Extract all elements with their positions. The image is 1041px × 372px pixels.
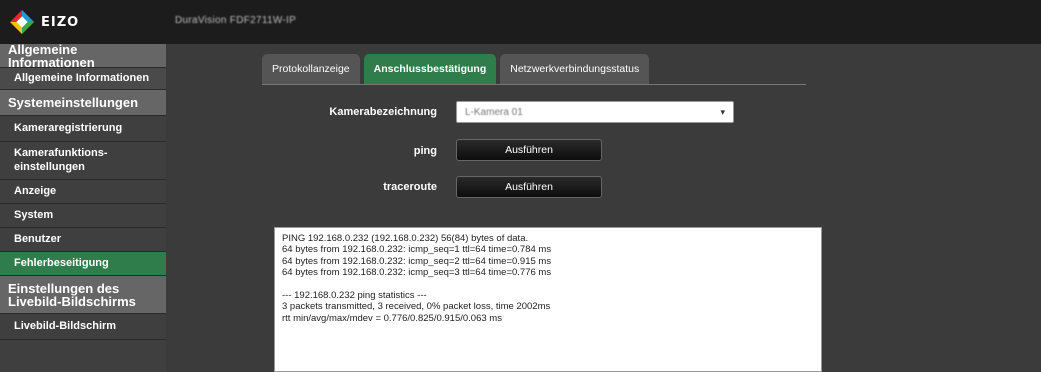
sidebar-item-display[interactable]: Anzeige bbox=[0, 180, 166, 204]
sidebar-item-troubleshooting[interactable]: Fehlerbeseitigung bbox=[0, 252, 166, 276]
sidebar-item-system[interactable]: System bbox=[0, 204, 166, 228]
ping-execute-button[interactable]: Ausführen bbox=[456, 139, 602, 161]
output-line: 64 bytes from 192.168.0.232: icmp_seq=3 … bbox=[282, 267, 552, 279]
command-output[interactable]: PING 192.168.0.232 (192.168.0.232) 56(84… bbox=[274, 227, 822, 372]
sidebar-item-general-info[interactable]: Allgemeine Informationen bbox=[0, 68, 166, 90]
sidebar: Allgemeine Informationen Allgemeine Info… bbox=[0, 43, 166, 372]
traceroute-label: traceroute bbox=[383, 181, 437, 193]
traceroute-execute-button[interactable]: Ausführen bbox=[456, 176, 602, 198]
camera-name-value: L-Kamera 01 bbox=[465, 106, 523, 118]
output-line: 64 bytes from 192.168.0.232: icmp_seq=2 … bbox=[282, 255, 552, 267]
sidebar-section-live-view-settings[interactable]: Einstellungen des Livebild-Bildschirms bbox=[0, 276, 166, 314]
camera-name-select[interactable]: L-Kamera 01 ▾ bbox=[456, 101, 734, 123]
tab-divider bbox=[262, 84, 806, 85]
sidebar-item-live-view-screen[interactable]: Livebild-Bildschirm bbox=[0, 314, 166, 340]
eizo-logo[interactable]: EIZO bbox=[9, 9, 79, 35]
tab-bar: Protokollanzeige Anschlussbestätigung Ne… bbox=[262, 54, 653, 84]
output-line: rtt min/avg/max/mdev = 0.776/0.825/0.915… bbox=[282, 312, 502, 324]
camera-name-label: Kamerabezeichnung bbox=[329, 106, 437, 118]
sidebar-item-users[interactable]: Benutzer bbox=[0, 228, 166, 252]
device-name: DuraVision FDF2711W-IP bbox=[175, 15, 297, 26]
output-line: PING 192.168.0.232 (192.168.0.232) 56(84… bbox=[282, 233, 529, 244]
tab-network-status[interactable]: Netzwerkverbindungsstatus bbox=[500, 54, 650, 84]
logo-text: EIZO bbox=[41, 14, 80, 30]
sidebar-item-camera-function-settings[interactable]: Kamerafunktions- einstellungen bbox=[0, 142, 166, 180]
tab-connection-check[interactable]: Anschlussbestätigung bbox=[363, 54, 497, 84]
output-line: --- 192.168.0.232 ping statistics --- bbox=[282, 290, 427, 302]
main-content: Protokollanzeige Anschlussbestätigung Ne… bbox=[166, 44, 1041, 372]
chevron-down-icon: ▾ bbox=[720, 106, 725, 117]
eizo-logo-icon bbox=[10, 10, 34, 34]
sidebar-section-system-settings[interactable]: Systemeinstellungen bbox=[0, 90, 166, 116]
output-line: 64 bytes from 192.168.0.232: icmp_seq=1 … bbox=[282, 244, 552, 256]
output-line: 3 packets transmitted, 3 received, 0% pa… bbox=[282, 301, 551, 313]
ping-label: ping bbox=[413, 145, 437, 157]
top-bar: EIZO DuraVision FDF2711W-IP bbox=[0, 0, 1041, 44]
sidebar-item-camera-registration[interactable]: Kameraregistrierung bbox=[0, 116, 166, 142]
tab-log-display[interactable]: Protokollanzeige bbox=[262, 54, 360, 84]
sidebar-section-general-info[interactable]: Allgemeine Informationen bbox=[0, 43, 166, 69]
